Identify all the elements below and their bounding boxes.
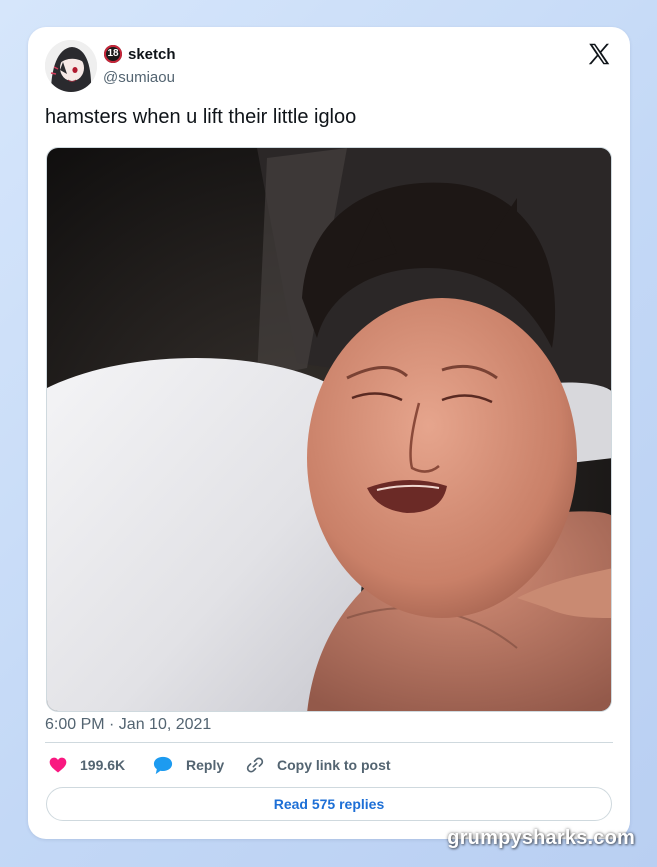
author-avatar[interactable] xyxy=(45,40,97,92)
tweet-card: 18 sketch @sumiaou hamsters when u lift … xyxy=(28,27,630,839)
like-count: 199.6K xyxy=(80,757,126,773)
age-badge: 18 xyxy=(104,45,122,63)
read-replies-button[interactable]: Read 575 replies xyxy=(46,787,612,821)
tweet-timestamp[interactable]: 6:00 PM · Jan 10, 2021 xyxy=(45,716,211,734)
author-handle[interactable]: @sumiaou xyxy=(103,69,175,86)
copy-link-button[interactable]: Copy link to post xyxy=(245,752,391,778)
photo-image xyxy=(47,148,611,711)
reply-bubble-icon xyxy=(153,756,173,775)
reply-label: Reply xyxy=(186,757,225,773)
tweet-text: hamsters when u lift their little igloo xyxy=(45,106,357,128)
watermark: grumpysharks.com xyxy=(447,827,635,849)
divider xyxy=(45,742,613,743)
anime-avatar-icon xyxy=(45,40,97,92)
copy-link-label: Copy link to post xyxy=(277,757,391,773)
author-display-name[interactable]: sketch xyxy=(128,46,176,63)
link-icon xyxy=(246,757,264,773)
tweet-photo[interactable] xyxy=(46,147,612,712)
reply-button[interactable]: Reply xyxy=(152,752,224,778)
x-logo-icon[interactable] xyxy=(586,41,612,67)
like-button[interactable]: 199.6K xyxy=(48,752,125,778)
heart-icon xyxy=(49,757,67,773)
